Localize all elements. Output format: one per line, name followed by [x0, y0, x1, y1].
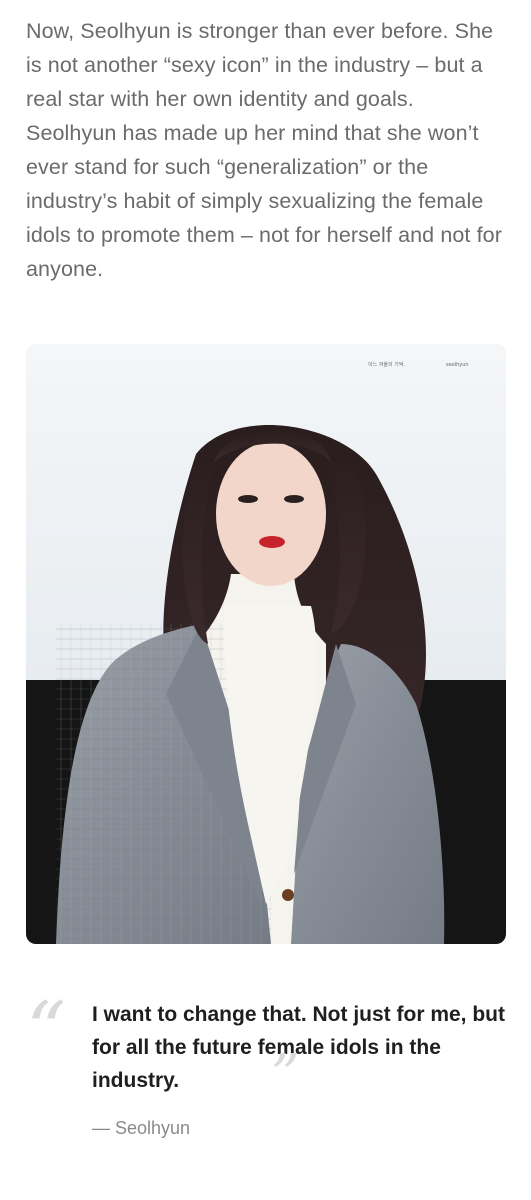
svg-text:이느 겨울의 기억.: 이느 겨울의 기억. — [368, 361, 405, 368]
quote-author: — Seolhyun — [92, 1118, 191, 1138]
quote-text: I want to change that. Not just for me, … — [92, 1003, 505, 1092]
close-quote-icon: ” — [271, 1043, 300, 1108]
article-photo[interactable]: 이느 겨울의 기억. seolhyun — [26, 344, 506, 944]
article-body: Now, Seolhyun is stronger than ever befo… — [0, 0, 531, 1200]
svg-text:seolhyun: seolhyun — [446, 362, 469, 368]
open-quote-icon: “ — [26, 986, 66, 1076]
portrait-image: 이느 겨울의 기억. seolhyun — [26, 344, 506, 944]
article-paragraph: Now, Seolhyun is stronger than ever befo… — [26, 19, 502, 281]
pull-quote: “ I want to change that. Not just for me… — [26, 990, 506, 1170]
